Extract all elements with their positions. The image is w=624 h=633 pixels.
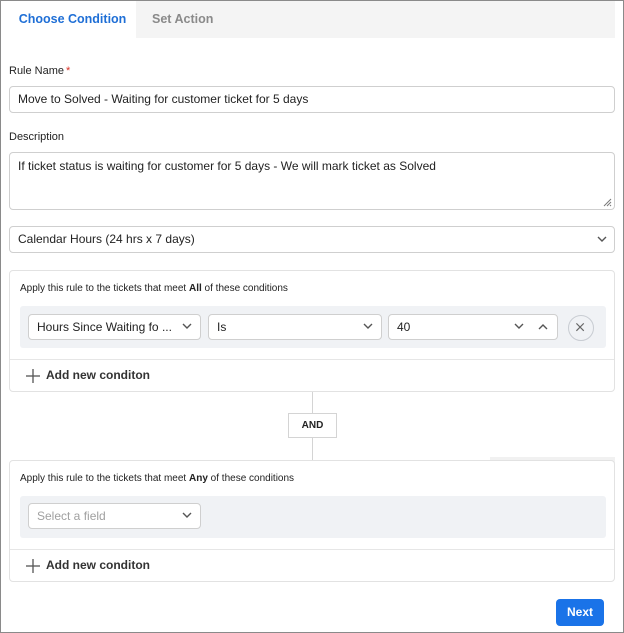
rule-name-input[interactable]: Move to Solved - Waiting for customer ti… (9, 86, 615, 113)
remove-condition-button[interactable] (568, 315, 594, 341)
rule-editor-window: Choose Condition Set Action Rule Name * M… (0, 0, 624, 633)
condition-value-stepper[interactable]: 40 (388, 314, 558, 340)
and-connector-badge: AND (288, 413, 337, 438)
chevron-down-icon (182, 323, 192, 329)
all-conditions-title: Apply this rule to the tickets that meet… (20, 283, 288, 294)
calendar-select[interactable]: Calendar Hours (24 hrs x 7 days) (9, 226, 615, 253)
plus-icon (26, 559, 40, 573)
any-conditions-title: Apply this rule to the tickets that meet… (20, 473, 294, 484)
close-icon (575, 322, 585, 332)
chevron-down-icon (182, 512, 192, 518)
any-title-suffix: of these conditions (207, 473, 295, 484)
chevron-down-icon[interactable] (514, 323, 524, 330)
condition-field-select[interactable]: Hours Since Waiting fo ... (28, 314, 201, 340)
add-condition-row-any[interactable]: Add new conditon (10, 549, 614, 581)
next-button[interactable]: Next (556, 599, 604, 626)
required-mark: * (66, 65, 71, 77)
condition-value-text: 40 (397, 320, 411, 334)
plus-icon (26, 369, 40, 383)
tab-set-action[interactable]: Set Action (136, 1, 615, 38)
add-condition-label: Add new conditon (46, 368, 150, 382)
all-conditions-panel: Apply this rule to the tickets that meet… (9, 270, 615, 392)
chevron-down-icon (597, 236, 607, 242)
calendar-select-value: Calendar Hours (24 hrs x 7 days) (18, 232, 195, 246)
condition-row: Hours Since Waiting fo ... Is 40 (20, 306, 606, 348)
all-title-emphasis: All (188, 283, 202, 294)
any-field-select[interactable]: Select a field (28, 503, 201, 529)
tab-bar: Choose Condition Set Action (9, 1, 615, 38)
any-title-emphasis: Any (188, 473, 208, 484)
condition-row: Select a field (20, 496, 606, 538)
rule-name-label-text: Rule Name (9, 65, 65, 77)
connector-line-top (312, 392, 313, 413)
condition-operator-value: Is (217, 320, 227, 334)
description-text: If ticket status is waiting for customer… (18, 159, 436, 173)
condition-operator-select[interactable]: Is (208, 314, 382, 340)
chevron-down-icon (363, 323, 373, 329)
chevron-up-icon[interactable] (538, 323, 548, 330)
any-title-prefix: Apply this rule to the tickets that meet (20, 473, 189, 484)
add-condition-row-all[interactable]: Add new conditon (10, 359, 614, 391)
rule-name-label: Rule Name * (9, 65, 70, 77)
all-title-suffix: of these conditions (201, 283, 288, 294)
connector-line-bottom (312, 438, 313, 460)
description-label: Description (9, 131, 65, 143)
tab-choose-condition[interactable]: Choose Condition (9, 1, 136, 38)
add-condition-label: Add new conditon (46, 558, 150, 572)
condition-field-value: Hours Since Waiting fo ... (37, 320, 172, 334)
any-conditions-panel: Apply this rule to the tickets that meet… (9, 460, 615, 582)
all-title-prefix: Apply this rule to the tickets that meet (20, 283, 189, 294)
description-textarea[interactable]: If ticket status is waiting for customer… (9, 152, 615, 210)
any-field-placeholder: Select a field (37, 509, 106, 523)
resize-handle-icon[interactable] (603, 198, 612, 207)
